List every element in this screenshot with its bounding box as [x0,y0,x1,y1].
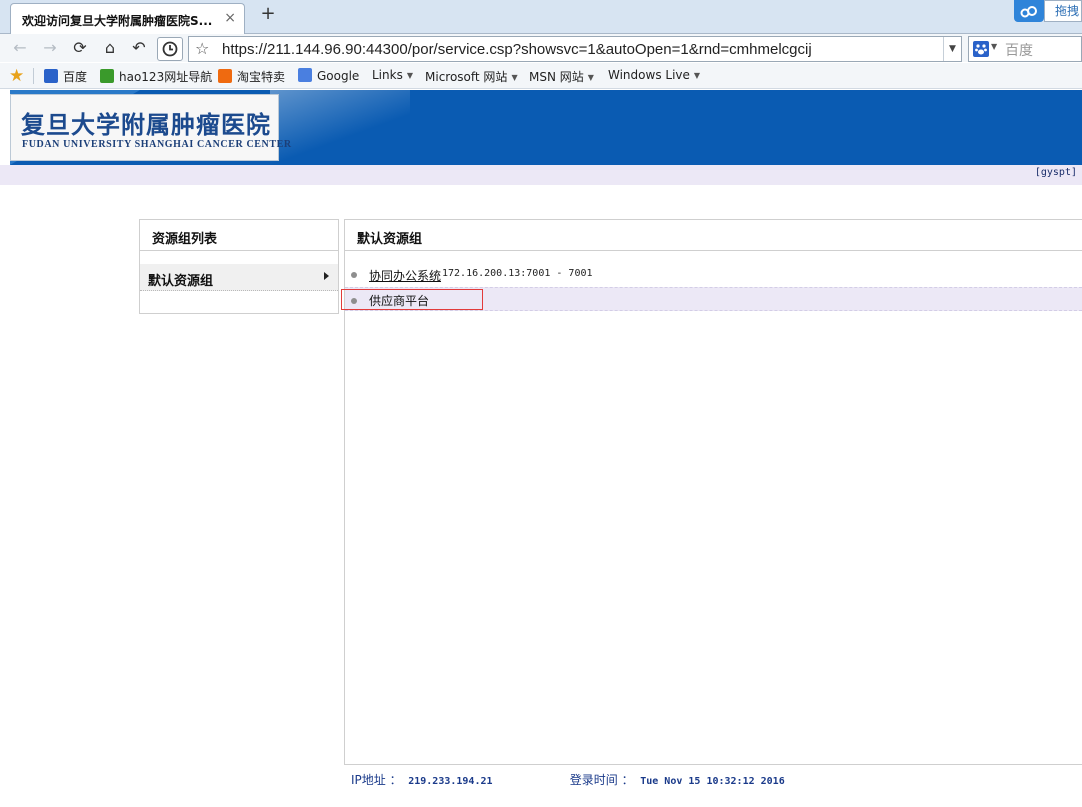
address-url[interactable]: https://211.144.96.90:44300/por/service.… [222,41,812,58]
chevron-down-icon: ▼ [693,71,701,80]
bookmark-msn[interactable]: MSN 网站 ▼ [529,68,594,85]
bookmark-google[interactable]: Google [298,68,359,83]
forward-arrow-icon[interactable]: → [38,36,62,60]
chevron-down-icon: ▼ [511,73,518,82]
cloud-icon [1020,6,1037,18]
bullet-icon [351,272,357,278]
refresh-icon[interactable]: ⟳ [68,36,92,60]
chevron-down-icon: ▼ [406,71,413,80]
address-dropdown-icon[interactable]: ▼ [943,37,961,61]
bookmark-label: hao123网址导航 [119,70,213,84]
address-bar[interactable]: ☆ https://211.144.96.90:44300/por/servic… [188,36,962,62]
bookmark-baidu[interactable]: 百度 [44,68,87,85]
undo-icon[interactable]: ↶ [127,36,151,60]
resource-group-item-default[interactable]: 默认资源组 [140,264,338,291]
login-time-label: 登录时间 ： [569,773,634,787]
ip-label: IP地址 ： [351,773,402,787]
session-footer: IP地址 ： 219.233.194.21 登录时间 ： Tue Nov 15 … [351,771,785,787]
close-tab-icon[interactable]: × [224,10,236,26]
taobao-icon [218,69,232,83]
bookmark-microsoft[interactable]: Microsoft 网站 ▼ [425,68,518,85]
bookmark-label: Google [317,69,360,83]
search-engine-dropdown-icon[interactable]: ▼ [991,42,997,51]
resource-group-panel: 资源组列表 默认资源组 [139,219,339,314]
hospital-logo: 复旦大学附属肿瘤医院 FUDAN UNIVERSITY SHANGHAI CAN… [10,94,291,161]
bookmark-label: 百度 [63,70,88,84]
bookmark-taobao[interactable]: 淘宝特卖 [218,68,285,85]
search-box[interactable]: ▼ 百度 [968,36,1082,62]
back-arrow-icon[interactable]: ← [8,36,32,60]
user-bar: [gyspt] [0,165,1082,185]
resource-group-label: 默认资源组 [148,274,214,289]
baidu-paw-icon [44,69,58,83]
hao123-icon [100,69,114,83]
bookmark-label: Microsoft 网站 [425,70,508,84]
google-icon [298,68,312,82]
triangle-right-icon [324,272,329,280]
bookmark-label: Windows Live [608,68,690,82]
hospital-name-cn: 复旦大学附属肿瘤医院 [21,110,271,139]
bookmark-label: 淘宝特卖 [237,70,286,84]
chevron-down-icon: ▼ [587,73,594,82]
selection-highlight [341,289,483,310]
new-tab-button[interactable]: + [258,3,278,25]
search-input[interactable]: 百度 [1005,40,1033,60]
browser-tab-bar: 欢迎访问复旦大学附属肿瘤医院S... × + 拖拽 [0,0,1082,34]
bookmark-links[interactable]: Links ▼ [372,68,413,82]
cloud-sync-button[interactable] [1014,0,1044,22]
bookmarks-divider [33,68,34,84]
hospital-name-en: FUDAN UNIVERSITY SHANGHAI CANCER CENTER [22,139,292,150]
bookmark-windows-live[interactable]: Windows Live ▼ [608,68,700,82]
tab-title: 欢迎访问复旦大学附属肿瘤医院S... [22,14,213,28]
baidu-paw-icon [973,41,989,57]
bookmark-label: MSN 网站 [529,70,584,84]
resource-list-title: 默认资源组 [345,220,1082,251]
hospital-banner: 复旦大学附属肿瘤医院 FUDAN UNIVERSITY SHANGHAI CAN… [10,90,1082,165]
bookmark-hao123[interactable]: hao123网址导航 [100,68,212,85]
drag-label[interactable]: 拖拽 [1044,0,1082,22]
bookmark-label: Links [372,68,403,82]
favorites-star-icon[interactable]: ★ [9,66,24,86]
bookmarks-bar: ★ 百度 hao123网址导航 淘宝特卖 Google Links ▼ Micro… [0,63,1082,89]
resource-link-oa[interactable]: 协同办公系统 [369,267,441,284]
resource-address: 172.16.200.13:7001 - 7001 [442,268,593,279]
home-icon[interactable]: ⌂ [98,36,122,60]
banner-light-stripe [270,90,410,165]
username: [gyspt] [1034,167,1077,178]
resource-group-title: 资源组列表 [140,220,338,251]
browser-tab[interactable]: 欢迎访问复旦大学附属肿瘤医院S... × [10,3,245,34]
history-clock-button[interactable] [157,37,183,61]
favorite-star-icon[interactable]: ☆ [195,39,209,58]
login-time-value: Tue Nov 15 10:32:12 2016 [640,776,785,787]
ip-value: 219.233.194.21 [408,776,493,787]
clock-icon [162,41,178,57]
resource-row: 协同办公系统 172.16.200.13:7001 - 7001 [345,262,1082,286]
